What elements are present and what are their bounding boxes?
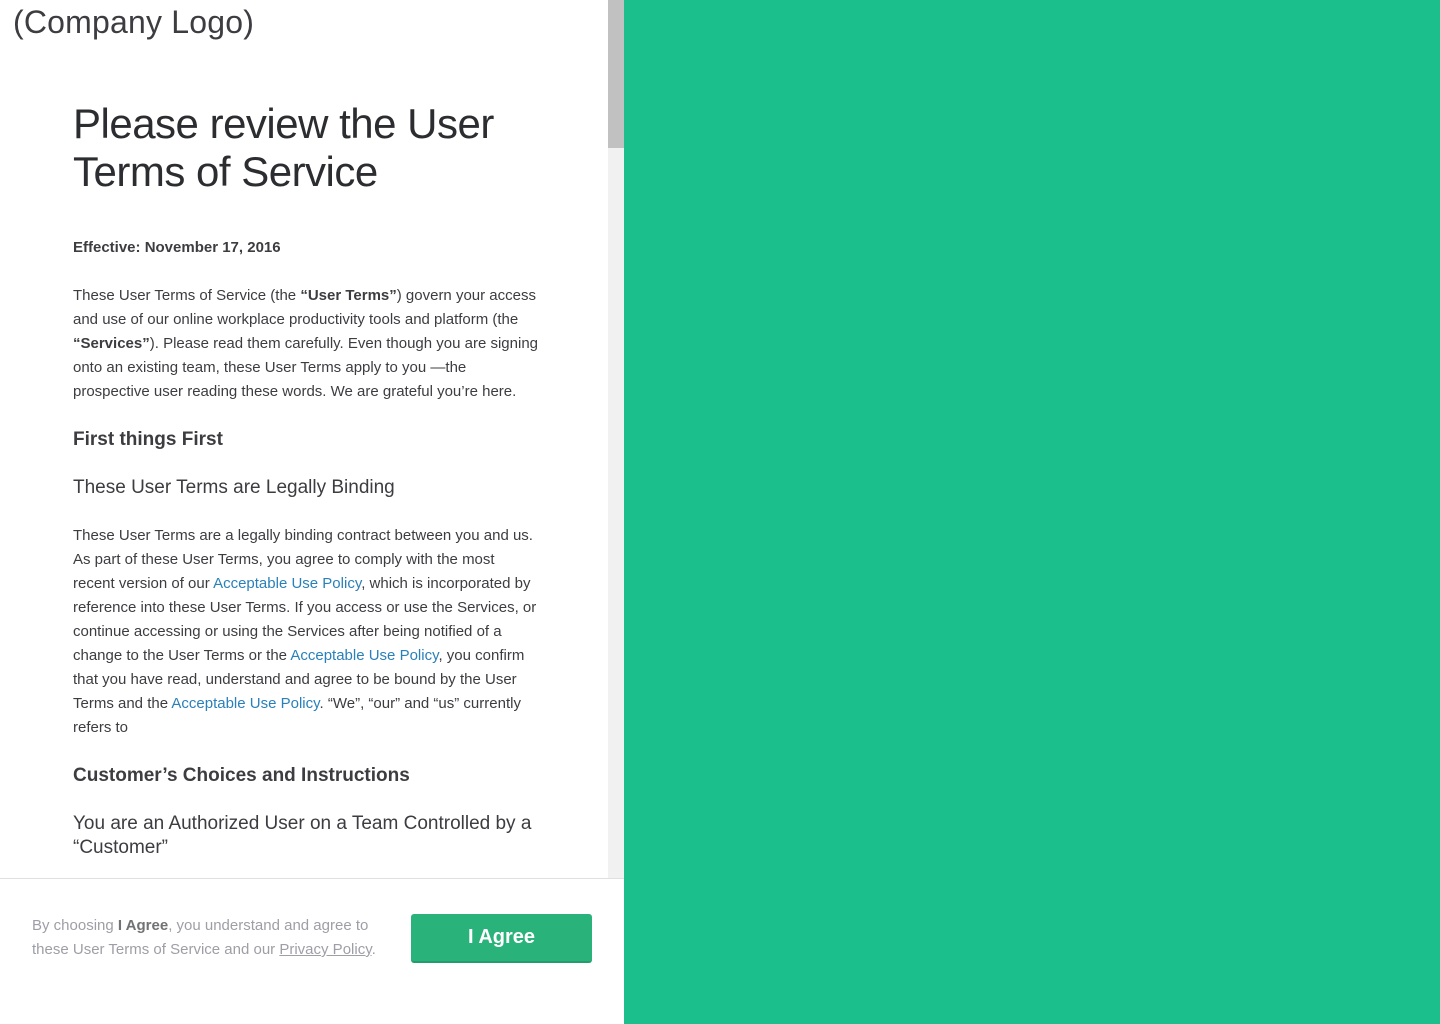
i-agree-button[interactable]: I Agree <box>411 914 592 963</box>
terms-content: Please review the User Terms of Service … <box>73 100 538 878</box>
page-title: Please review the User Terms of Service <box>73 100 494 195</box>
effective-date: Effective: November 17, 2016 <box>73 239 281 256</box>
section-heading-customer-choices: Customer’s Choices and Instructions <box>73 765 410 786</box>
acceptable-use-policy-link[interactable]: Acceptable Use Policy <box>171 695 319 712</box>
intro-paragraph: These User Terms of Service (the “User T… <box>73 287 539 400</box>
company-logo: (Company Logo) <box>13 4 255 40</box>
scrollbar-thumb[interactable] <box>608 0 624 148</box>
acceptable-use-policy-link[interactable]: Acceptable Use Policy <box>290 647 438 664</box>
terms-scroll-area[interactable]: (Company Logo) Please review the User Te… <box>0 0 608 878</box>
agreement-notice: By choosing I Agree, you understand and … <box>32 917 376 958</box>
accent-panel <box>624 0 1440 1024</box>
acceptable-use-policy-link[interactable]: Acceptable Use Policy <box>213 575 361 592</box>
binding-paragraph: These User Terms are a legally binding c… <box>73 527 537 736</box>
privacy-policy-link[interactable]: Privacy Policy <box>279 941 371 958</box>
terms-panel: (Company Logo) Please review the User Te… <box>0 0 624 1024</box>
section-heading-first-things: First things First <box>73 429 223 450</box>
terms-page: (Company Logo) Please review the User Te… <box>0 0 1440 1024</box>
agreement-footer: By choosing I Agree, you understand and … <box>0 878 624 1024</box>
subheading-authorized-user: You are an Authorized User on a Team Con… <box>73 813 532 858</box>
subheading-legally-binding: These User Terms are Legally Binding <box>73 477 395 498</box>
